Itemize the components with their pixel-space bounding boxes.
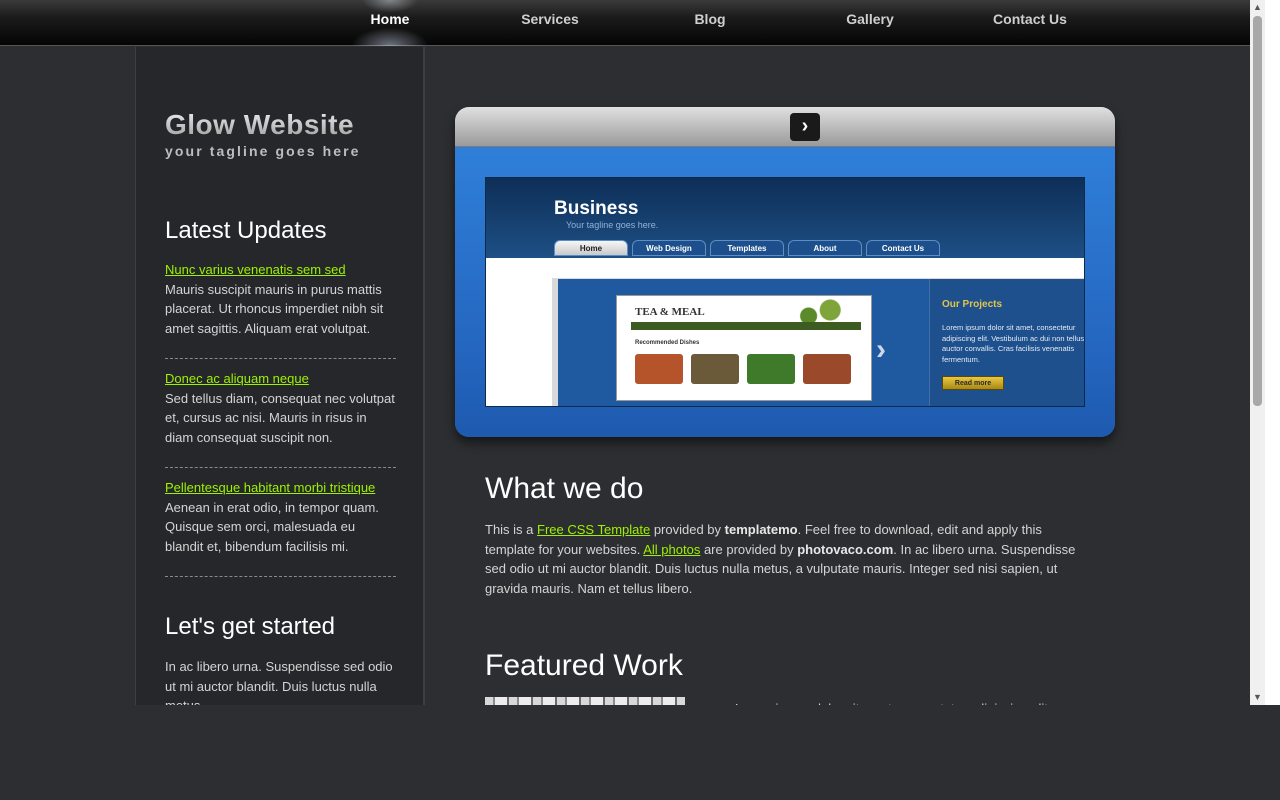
chevron-right-icon: › — [801, 115, 809, 137]
preview-side-heading: Our Projects — [942, 299, 1003, 310]
update-item: Nunc varius venenatis sem sed Mauris sus… — [165, 260, 396, 338]
site-tagline: your tagline goes here — [165, 143, 361, 159]
scrollbar-thumb[interactable] — [1253, 16, 1262, 406]
free-css-template-link[interactable]: Free CSS Template — [537, 522, 650, 537]
preview-tabs: Home Web Design Templates About Contact … — [554, 240, 940, 256]
update-text: Aenean in erat odio, in tempor quam. Qui… — [165, 499, 379, 554]
featured-work-heading: Featured Work — [485, 649, 683, 682]
window-edge — [1265, 0, 1280, 705]
preview-title: Business — [554, 198, 639, 219]
preview-tab: Contact Us — [866, 240, 940, 256]
vertical-scrollbar[interactable]: ▲ ▼ — [1250, 0, 1265, 705]
slider-header: › — [455, 107, 1115, 147]
sidebar: Glow Website your tagline goes here Late… — [135, 47, 425, 705]
divider — [165, 576, 396, 577]
update-link[interactable]: Pellentesque habitant morbi tristique — [165, 478, 396, 498]
latest-updates-heading: Latest Updates — [165, 217, 327, 244]
preview-tab: Home — [554, 240, 628, 256]
preview-tab: Web Design — [632, 240, 706, 256]
dish-image — [691, 354, 739, 384]
what-we-do-text: This is a Free CSS Template provided by … — [485, 522, 1076, 596]
update-text: Mauris suscipit mauris in purus mattis p… — [165, 281, 384, 336]
update-item: Pellentesque habitant morbi tristique Ae… — [165, 478, 396, 556]
next-slide-button[interactable]: › — [790, 113, 820, 141]
preview-mini-page: TEA & MEAL Recommended Dishes — [616, 295, 872, 401]
top-nav-bar: Home Services Blog Gallery Contact Us — [0, 0, 1250, 46]
nav-home[interactable]: Home — [310, 0, 470, 46]
mini-nav — [631, 322, 861, 330]
preview-side-text: Lorem ipsum dolor sit amet, consectetur … — [942, 323, 1085, 364]
nav-services[interactable]: Services — [470, 0, 630, 46]
preview-tab: About — [788, 240, 862, 256]
preview-tab: Templates — [710, 240, 784, 256]
slide-image[interactable]: Business Your tagline goes here. Home We… — [485, 177, 1085, 407]
dish-image — [635, 354, 683, 384]
slider-body: Business Your tagline goes here. Home We… — [455, 148, 1115, 437]
what-we-do-heading: What we do — [485, 472, 644, 505]
scroll-down-icon[interactable]: ▼ — [1250, 690, 1265, 705]
site-title[interactable]: Glow Website — [165, 109, 354, 141]
main-nav: Home Services Blog Gallery Contact Us — [310, 0, 1110, 46]
preview-read-more: Read more — [942, 376, 1004, 390]
dish-image — [747, 354, 795, 384]
mini-logo: TEA & MEAL — [635, 306, 705, 318]
image-slider: › Business Your tagline goes here. Home … — [455, 107, 1115, 437]
featured-image[interactable] — [485, 697, 685, 705]
scroll-up-icon[interactable]: ▲ — [1250, 0, 1265, 15]
preview-header: Business Your tagline goes here. Home We… — [486, 178, 1084, 258]
get-started-heading: Let's get started — [165, 613, 336, 640]
divider — [165, 467, 396, 468]
update-item: Donec ac aliquam neque Sed tellus diam, … — [165, 369, 396, 447]
below-viewport-area — [0, 705, 1280, 800]
update-link[interactable]: Donec ac aliquam neque — [165, 369, 396, 389]
dish-image — [803, 354, 851, 384]
update-text: Sed tellus diam, consequat nec volutpat … — [165, 390, 395, 445]
divider — [165, 358, 396, 359]
nav-gallery[interactable]: Gallery — [790, 0, 950, 46]
preview-sidebar: Our Projects Lorem ipsum dolor sit amet,… — [929, 279, 1085, 406]
update-link[interactable]: Nunc varius venenatis sem sed — [165, 260, 396, 280]
get-started-text: In ac libero urna. Suspendisse sed odio … — [165, 659, 393, 705]
nav-blog[interactable]: Blog — [630, 0, 790, 46]
nav-contact-us[interactable]: Contact Us — [950, 0, 1110, 46]
all-photos-link[interactable]: All photos — [643, 542, 700, 557]
mini-heading: Recommended Dishes — [635, 340, 700, 346]
preview-tagline: Your tagline goes here. — [566, 220, 659, 230]
preview-strip — [486, 258, 1084, 278]
chevron-right-icon: › — [876, 333, 886, 366]
